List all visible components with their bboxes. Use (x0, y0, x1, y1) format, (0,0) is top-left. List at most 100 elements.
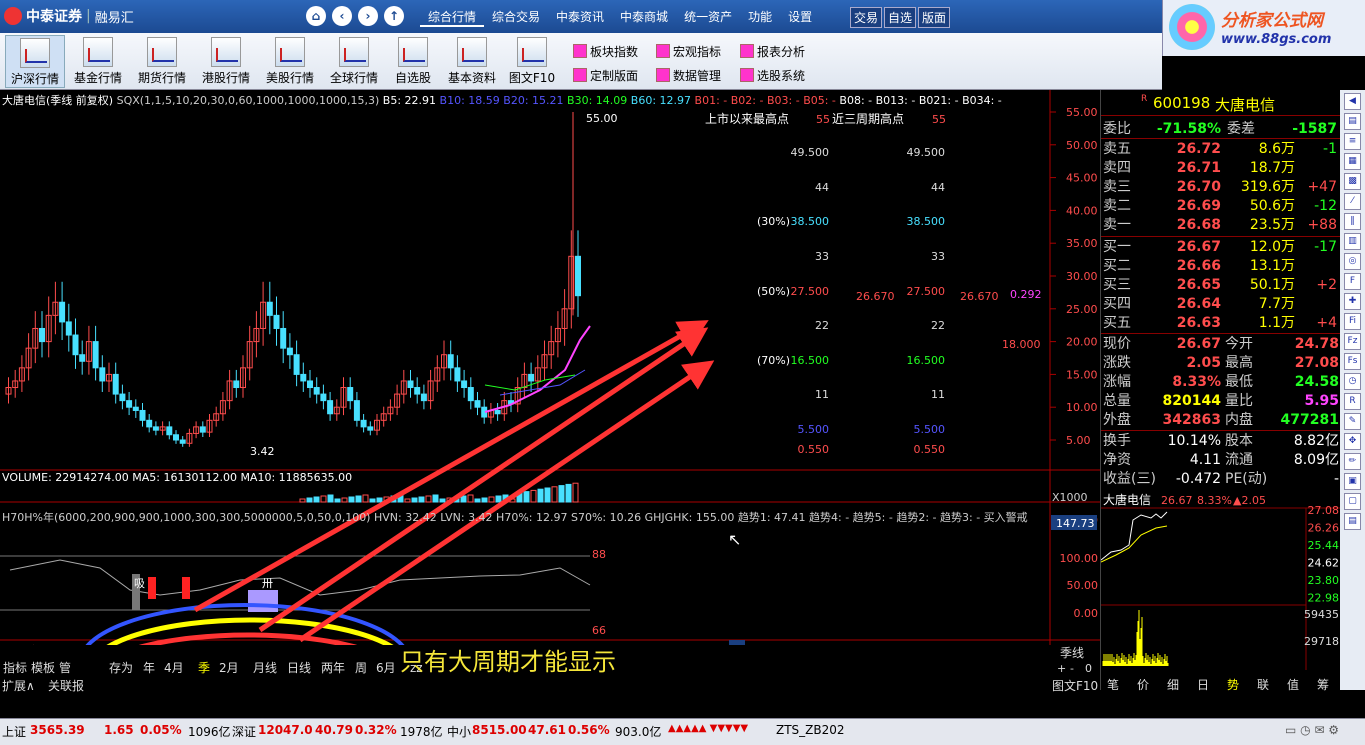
move-icon[interactable]: ✥ (1344, 433, 1361, 450)
b-value: B01: - (694, 94, 728, 107)
key-icon (457, 37, 487, 67)
kline-icon[interactable]: ‖ (1344, 213, 1361, 230)
clock-icon[interactable]: ◷ (1344, 373, 1361, 390)
f-icon[interactable]: F (1344, 273, 1361, 290)
chart-area[interactable]: 55.00 50.00 45.00 40.00 35.00 30.00 25.00 20.00… (0, 90, 1100, 645)
right-tab[interactable]: 筹 (1317, 676, 1329, 693)
toolbar-label: 基金行情 (73, 71, 122, 85)
trend-icon[interactable]: ⁄ (1344, 193, 1361, 210)
quote-separator (1101, 236, 1341, 237)
zoom-reset[interactable]: 0 (1085, 662, 1092, 675)
rsi-icon[interactable]: R (1344, 393, 1361, 410)
stock-picker-link[interactable]: 选股系统 (740, 67, 805, 84)
report-link[interactable]: 报表分析 (740, 43, 805, 60)
left-tab[interactable]: 指标 (3, 660, 27, 675)
back-icon[interactable]: ‹ (332, 6, 352, 26)
right-tab[interactable]: 日 (1197, 676, 1209, 693)
right-tab[interactable]: 细 (1167, 676, 1179, 693)
right-tab[interactable]: 势 (1227, 676, 1239, 693)
sector-index-link[interactable]: 板块指数 (573, 43, 638, 60)
macro-link[interactable]: 宏观指标 (656, 43, 721, 60)
home-icon[interactable]: ⌂ (306, 6, 326, 26)
right-tab[interactable]: 价 (1137, 676, 1149, 693)
menu-item[interactable]: 设置 (780, 8, 820, 27)
expand-tab[interactable]: 扩展∧ (2, 677, 35, 694)
fi-icon[interactable]: Fi (1344, 313, 1361, 330)
volume-bar (348, 496, 355, 503)
list-icon[interactable]: ≡ (1344, 133, 1361, 150)
left-tab[interactable]: 管 (59, 660, 71, 675)
indicator-line (9, 559, 591, 596)
candle-body (166, 426, 173, 436)
period-tab[interactable]: 6月 (376, 661, 396, 675)
related-tab[interactable]: 关联报 (48, 677, 84, 694)
data-manage-link[interactable]: 数据管理 (656, 67, 721, 84)
menu-item[interactable]: 综合交易 (484, 8, 548, 27)
weicha-value: -1587 (1292, 121, 1337, 137)
toolbar-button-futures[interactable]: 期货行情 (132, 35, 192, 88)
cross-icon[interactable]: ✚ (1344, 293, 1361, 310)
right-tab[interactable]: 值 (1287, 676, 1299, 693)
table-icon[interactable]: ▦ (1344, 153, 1361, 170)
indicator-formula: SQX(1,1,5,10,20,30,0,60,1000,1000,1000,1… (116, 94, 380, 107)
toolbar-button-us[interactable]: 美股行情 (260, 35, 320, 88)
toolbar-button-sh-sz[interactable]: 沪深行情 (5, 35, 65, 88)
watchlist-button[interactable]: 自选 (884, 7, 917, 28)
layout-button[interactable]: 版面 (918, 7, 951, 28)
period-tab[interactable]: 季 (198, 661, 210, 675)
toolbar-button-watchlist[interactable]: 自选股 (383, 35, 443, 88)
right-tab[interactable]: 笔 (1107, 676, 1119, 693)
f10-tab[interactable]: 图文F10 (1052, 677, 1098, 694)
menu-item[interactable]: 综合行情 (420, 8, 485, 27)
custom-layout-link[interactable]: 定制版面 (573, 67, 638, 84)
buy-price: 26.65 (1176, 277, 1221, 293)
grid-icon[interactable]: ▩ (1344, 173, 1361, 190)
period-tab[interactable]: 两年 (321, 661, 345, 675)
indicator-bar (148, 577, 156, 599)
quote-icon[interactable]: ▤ (1344, 113, 1361, 130)
r-badge: R (1141, 94, 1148, 104)
brand-url: www.88gs.com (1221, 32, 1332, 47)
volume-info: VOLUME: 22914274.00 MA5: 16130112.00 MA1… (2, 471, 353, 484)
status-icons[interactable]: ▭ ◷ ✉ ⚙ (1285, 723, 1339, 737)
menu-item[interactable]: 中泰资讯 (548, 8, 612, 27)
menu-item[interactable]: 中泰商城 (612, 8, 676, 27)
toolbar-button-global[interactable]: 全球行情 (324, 35, 384, 88)
toolbar-button-fund[interactable]: 基金行情 (68, 35, 128, 88)
pencil-icon[interactable]: ✏ (1344, 453, 1361, 470)
fz-icon[interactable]: Fz (1344, 333, 1361, 350)
trade-button[interactable]: 交易 (850, 7, 883, 28)
doc-icon[interactable]: ▢ (1344, 493, 1361, 510)
period-tab[interactable]: 4月 (164, 661, 184, 675)
forward-icon[interactable]: › (358, 6, 378, 26)
right-tab[interactable]: 联 (1257, 676, 1269, 693)
toolbar-button-hk[interactable]: 港股行情 (196, 35, 256, 88)
period-tab[interactable]: 日线 (287, 661, 311, 675)
search-icon[interactable]: ◎ (1344, 253, 1361, 270)
stats-icon[interactable]: ▥ (1344, 233, 1361, 250)
sell-volume: 8.6万 (1258, 141, 1295, 157)
pen-icon[interactable]: ✎ (1344, 413, 1361, 430)
period-tab[interactable]: 周 (355, 661, 367, 675)
menu-item[interactable]: 功能 (740, 8, 780, 27)
period-tab[interactable]: 2月 (219, 661, 239, 675)
toolbar-button-f10[interactable]: 图文F10 (502, 35, 562, 88)
period-tab[interactable]: 存为 (109, 661, 133, 675)
left-tab[interactable]: 模板 (31, 661, 55, 675)
logo-icon (4, 7, 22, 25)
menu-item[interactable]: 统一资产 (676, 8, 740, 27)
period-tab[interactable]: 年 (143, 661, 155, 675)
cal-icon[interactable]: ▣ (1344, 473, 1361, 490)
fs-icon[interactable]: Fs (1344, 353, 1361, 370)
zoom-minus[interactable]: - (1070, 662, 1074, 675)
quote-row: 委比 -71.58% 委差 -1587 (1103, 120, 1339, 139)
period-tab[interactable]: 月线 (253, 661, 277, 675)
up-arrow-icon[interactable]: ◀ (1344, 93, 1361, 110)
ma-line (499, 369, 586, 396)
zoom-plus[interactable]: + (1057, 662, 1066, 675)
volume-bar (313, 496, 320, 503)
share-icon[interactable]: ↑ (384, 6, 404, 26)
toolbar-button-basics[interactable]: 基本资料 (442, 35, 502, 88)
chart-svg[interactable]: 55.0050.0045.0040.0035.0030.0025.0020.00… (0, 90, 1100, 645)
book-icon[interactable]: ▤ (1344, 513, 1361, 530)
